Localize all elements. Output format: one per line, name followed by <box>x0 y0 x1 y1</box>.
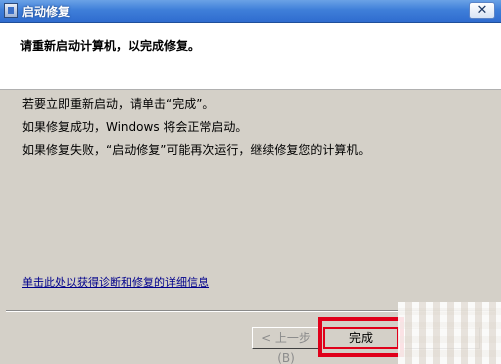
body-line-restart: 若要立即重新启动，请单击“完成”。 <box>22 97 215 111</box>
divider <box>6 310 495 312</box>
body-line-success: 如果修复成功，Windows 将会正常启动。 <box>22 120 248 134</box>
title-bar[interactable]: 启动修复 ✕ <box>0 0 501 23</box>
cancel-button[interactable] <box>404 327 480 349</box>
dialog-header: 请重新启动计算机，以完成修复。 <box>0 23 501 90</box>
close-icon: ✕ <box>476 3 488 18</box>
app-window-icon <box>4 3 18 18</box>
body-line-failure: 如果修复失败，“启动修复”可能再次运行，继续修复您的计算机。 <box>22 143 371 157</box>
details-link[interactable]: 单击此处以获得诊断和修复的详细信息 <box>22 274 209 290</box>
close-button[interactable]: ✕ <box>469 2 495 19</box>
header-instruction: 请重新启动计算机，以完成修复。 <box>20 39 201 53</box>
dialog-body: 若要立即重新启动，请单击“完成”。 如果修复成功，Windows 将会正常启动。… <box>0 90 501 364</box>
back-button[interactable]: < 上一步 (B) <box>252 327 320 364</box>
window-title: 启动修复 <box>22 5 71 19</box>
startup-repair-window: 启动修复 ✕ 请重新启动计算机，以完成修复。 若要立即重新启动，请单击“完成”。… <box>0 0 501 364</box>
finish-button[interactable]: 完成 <box>323 327 399 349</box>
